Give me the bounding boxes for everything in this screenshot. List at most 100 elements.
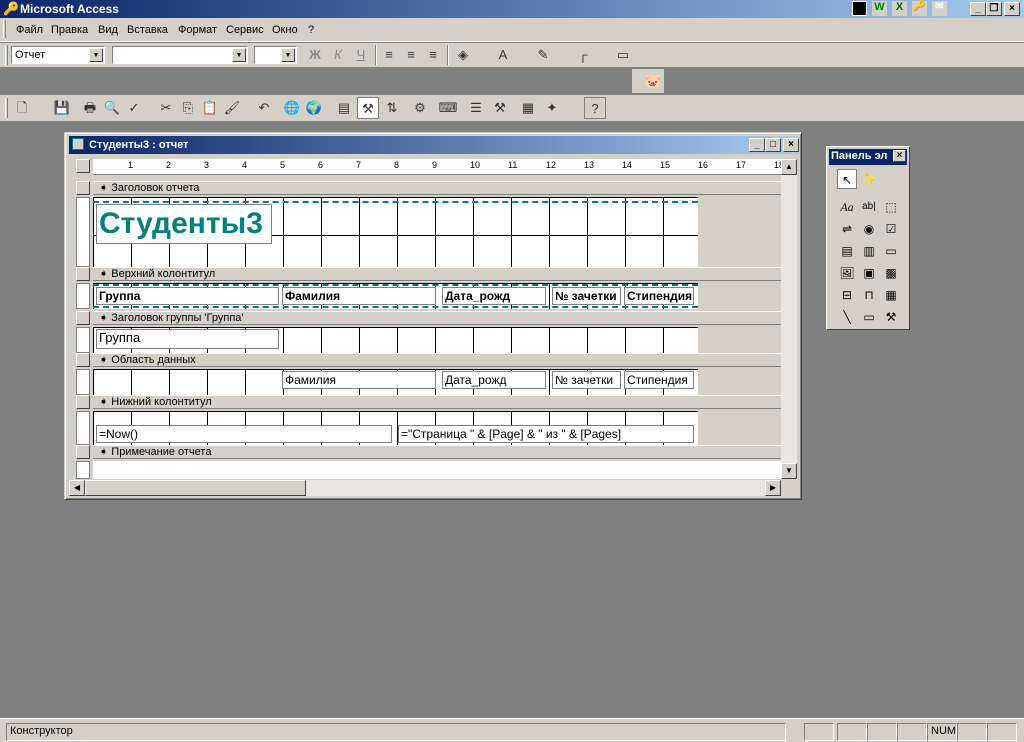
spelling-icon[interactable]: ✓ bbox=[123, 97, 145, 119]
page-header-section[interactable]: Группа Фамилия Дата_рожд № зачетки Стипе… bbox=[93, 283, 698, 309]
section-selector[interactable] bbox=[76, 445, 90, 459]
chevron-down-icon[interactable]: ▼ bbox=[232, 48, 246, 62]
detail-bar[interactable]: ➧ Область данных bbox=[93, 353, 781, 367]
section-selector[interactable] bbox=[76, 353, 90, 367]
option-button-tool[interactable]: ◉ bbox=[859, 219, 879, 239]
font-color-icon[interactable]: A bbox=[492, 44, 514, 66]
report-header-section[interactable]: Студенты3 bbox=[93, 197, 698, 267]
surname-textbox[interactable]: Фамилия bbox=[282, 371, 436, 389]
special-effect-icon[interactable]: ▭ bbox=[612, 44, 634, 66]
menu-format[interactable]: Формат bbox=[178, 24, 217, 36]
label-surname[interactable]: Фамилия bbox=[282, 287, 436, 305]
section-selector[interactable] bbox=[76, 267, 90, 281]
page-footer-bar[interactable]: ➧ Нижний колонтитул bbox=[93, 395, 781, 409]
more-controls-tool[interactable]: ⚒ bbox=[881, 307, 901, 327]
unbound-object-frame-tool[interactable]: ▣ bbox=[859, 263, 879, 283]
object-combo[interactable]: Отчет ▼ bbox=[11, 46, 105, 64]
sorting-grouping-icon[interactable]: ⇅ bbox=[381, 97, 403, 119]
report-maximize-button[interactable]: □ bbox=[765, 138, 781, 152]
restore-button[interactable]: ❐ bbox=[986, 2, 1002, 16]
textbox-tool[interactable]: ab| bbox=[859, 197, 879, 217]
minimize-button[interactable]: _ bbox=[970, 2, 986, 16]
page-footer-section[interactable]: =Now() ="Страница " & [Page] & " из " & … bbox=[93, 411, 698, 445]
report-close-button[interactable]: × bbox=[783, 138, 799, 152]
piggy-bank-icon[interactable]: 🐷 bbox=[642, 70, 664, 92]
close-button[interactable]: × bbox=[1004, 2, 1020, 16]
database-window-icon[interactable]: ▦ bbox=[517, 97, 539, 119]
field-list-icon[interactable]: ▤ bbox=[333, 97, 355, 119]
chevron-down-icon[interactable]: ▼ bbox=[89, 48, 103, 62]
label-scholarship[interactable]: Стипендия bbox=[624, 287, 694, 305]
menu-view[interactable]: Вид bbox=[98, 24, 118, 36]
align-right-icon[interactable]: ≡ bbox=[422, 44, 444, 66]
web-toolbar-icon[interactable]: 🌍 bbox=[303, 97, 325, 119]
group-header-bar[interactable]: ➧ Заголовок группы 'Группа' bbox=[93, 311, 781, 325]
toolbox-icon[interactable]: ⚒ bbox=[357, 97, 379, 119]
rectangle-tool[interactable]: ▭ bbox=[859, 307, 879, 327]
label-record-book[interactable]: № зачетки bbox=[552, 287, 621, 305]
code-icon[interactable]: ⌨ bbox=[437, 97, 459, 119]
report-selector[interactable] bbox=[76, 159, 90, 173]
scroll-down-icon[interactable]: ▼ bbox=[781, 463, 797, 479]
combo-box-tool[interactable]: ▤ bbox=[837, 241, 857, 261]
format-painter-icon[interactable]: 🖌 bbox=[221, 97, 243, 119]
scroll-up-icon[interactable]: ▲ bbox=[781, 159, 797, 175]
build-icon[interactable]: ⚒ bbox=[489, 97, 511, 119]
autoformat-icon[interactable]: ⚙ bbox=[409, 97, 431, 119]
chevron-down-icon[interactable]: ▼ bbox=[281, 48, 295, 62]
image-tool[interactable]: 🖼 bbox=[837, 263, 857, 283]
undo-icon[interactable]: ↶ bbox=[253, 97, 275, 119]
access-icon[interactable]: 🔑 bbox=[912, 1, 927, 16]
menu-help[interactable]: ? bbox=[308, 24, 314, 36]
toolbar-grip[interactable] bbox=[5, 98, 8, 118]
horizontal-scrollbar[interactable]: ◀ ▶ bbox=[69, 480, 781, 496]
report-header-bar[interactable]: ➧ Заголовок отчета bbox=[93, 181, 781, 195]
view-icon[interactable]: 🗋 bbox=[11, 97, 33, 119]
report-footer-bar[interactable]: ➧ Примечание отчета bbox=[93, 445, 781, 459]
page-break-tool[interactable]: ⊟ bbox=[837, 285, 857, 305]
vertical-scrollbar[interactable]: ▲ ▼ bbox=[781, 159, 797, 479]
section-selector[interactable] bbox=[76, 181, 90, 195]
office-icon[interactable] bbox=[852, 1, 867, 16]
menu-tools[interactable]: Сервис bbox=[226, 24, 264, 36]
checkbox-tool[interactable]: ☑ bbox=[881, 219, 901, 239]
excel-icon[interactable]: X bbox=[892, 1, 907, 16]
word-icon[interactable]: W bbox=[872, 1, 887, 16]
option-group-tool[interactable]: ⬚ bbox=[881, 197, 901, 217]
now-textbox[interactable]: =Now() bbox=[96, 425, 392, 443]
menu-window[interactable]: Окно bbox=[272, 24, 298, 36]
font-combo[interactable]: ▼ bbox=[112, 46, 248, 64]
toolbar-grip[interactable] bbox=[5, 45, 8, 65]
align-center-icon[interactable]: ≡ bbox=[400, 44, 422, 66]
properties-icon[interactable]: ☰ bbox=[465, 97, 487, 119]
menu-file[interactable]: Файл bbox=[16, 24, 43, 36]
group-textbox[interactable]: Группа bbox=[96, 329, 279, 349]
line-tool[interactable]: ╲ bbox=[837, 307, 857, 327]
scroll-thumb[interactable] bbox=[85, 480, 306, 496]
subform-tool[interactable]: ▦ bbox=[881, 285, 901, 305]
help-icon[interactable]: ? bbox=[584, 97, 606, 119]
print-icon[interactable]: 🖶 bbox=[79, 97, 101, 119]
report-title-label[interactable]: Студенты3 bbox=[96, 204, 272, 244]
toggle-button-tool[interactable]: ⇌ bbox=[837, 219, 857, 239]
fill-color-icon[interactable]: ◈ bbox=[452, 44, 474, 66]
hyperlink-icon[interactable]: 🌐 bbox=[281, 97, 303, 119]
control-wizards-tool[interactable]: ✨ bbox=[859, 169, 879, 189]
underline-button[interactable]: Ч bbox=[350, 44, 372, 66]
record-book-textbox[interactable]: № зачетки bbox=[552, 371, 621, 389]
scholarship-textbox[interactable]: Стипендия bbox=[624, 371, 694, 389]
section-selector[interactable] bbox=[76, 395, 90, 409]
detail-section[interactable]: Фамилия Дата_рожд № зачетки Стипендия bbox=[93, 369, 698, 395]
menu-edit[interactable]: Правка bbox=[51, 24, 88, 36]
bold-button[interactable]: Ж bbox=[304, 44, 326, 66]
command-button-tool[interactable]: ▭ bbox=[881, 241, 901, 261]
line-width-icon[interactable]: ┌ bbox=[572, 44, 594, 66]
line-color-icon[interactable]: ✎ bbox=[532, 44, 554, 66]
birthdate-textbox[interactable]: Дата_рожд bbox=[442, 371, 546, 389]
label-birthdate[interactable]: Дата_рожд bbox=[442, 287, 546, 305]
select-objects-tool[interactable]: ↖ bbox=[837, 169, 857, 189]
resize-grip[interactable] bbox=[781, 480, 797, 496]
menu-insert[interactable]: Вставка bbox=[127, 24, 168, 36]
save-icon[interactable]: 💾 bbox=[51, 97, 73, 119]
cut-icon[interactable]: ✂ bbox=[155, 97, 177, 119]
